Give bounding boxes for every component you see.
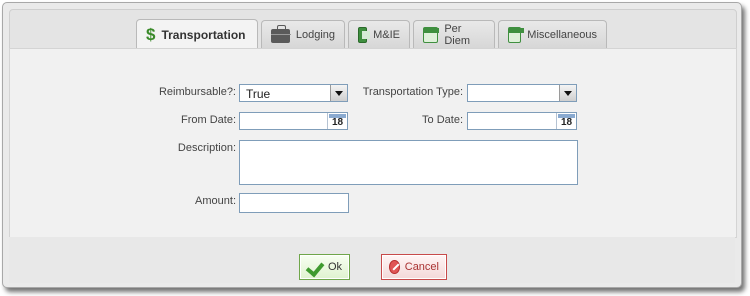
chevron-down-icon [564,90,572,96]
reimbursable-select[interactable]: True [239,84,348,102]
amount-input[interactable] [239,193,349,213]
transportation-panel: Reimbursable?: True Transportation Type:… [9,48,737,238]
dropdown-button[interactable] [559,85,576,101]
tab-bar: $ Transportation Lodging M&IE Per Diem M… [9,9,737,49]
mie-icon [358,26,371,43]
to-date-field[interactable]: 18 [467,112,577,130]
description-textarea[interactable] [239,140,578,185]
tab-per-diem[interactable]: Per Diem [413,20,495,48]
cancel-icon [389,260,400,274]
calendar-icon[interactable]: 18 [556,113,576,129]
rate-icon [423,26,440,43]
amount-label: Amount: [195,195,236,207]
dialog-footer: Ok Cancel [9,237,735,283]
chevron-down-icon [335,90,343,96]
reimbursable-value: True [246,87,271,101]
description-label: Description: [177,142,236,154]
rate-icon [508,26,525,43]
tab-label: M&IE [373,28,400,41]
ok-button[interactable]: Ok [299,254,350,280]
tab-label: Miscellaneous [527,28,597,41]
reimbursable-label: Reimbursable?: [158,86,236,98]
briefcase-icon [271,25,291,43]
expense-dialog: $ Transportation Lodging M&IE Per Diem M… [2,2,742,288]
tab-lodging[interactable]: Lodging [261,20,345,48]
from-date-label: From Date: [180,114,236,126]
from-date-field[interactable]: 18 [239,112,348,130]
tab-label: Lodging [295,28,335,41]
ok-label: Ok [327,261,342,273]
dollar-icon: $ [146,25,156,44]
cancel-label: Cancel [404,261,439,273]
tab-transportation[interactable]: $ Transportation [136,19,258,49]
cancel-button[interactable]: Cancel [381,254,447,280]
transportation-type-label: Transportation Type: [362,86,463,98]
to-date-label: To Date: [422,114,463,126]
transportation-type-select[interactable] [467,84,577,102]
tab-miscellaneous[interactable]: Miscellaneous [498,20,607,48]
tab-mie[interactable]: M&IE [348,20,410,48]
dropdown-button[interactable] [330,85,347,101]
tab-label: Per Diem [444,22,470,47]
tab-label: Transportation [161,27,246,42]
calendar-icon[interactable]: 18 [327,113,347,129]
checkmark-icon [307,261,323,273]
